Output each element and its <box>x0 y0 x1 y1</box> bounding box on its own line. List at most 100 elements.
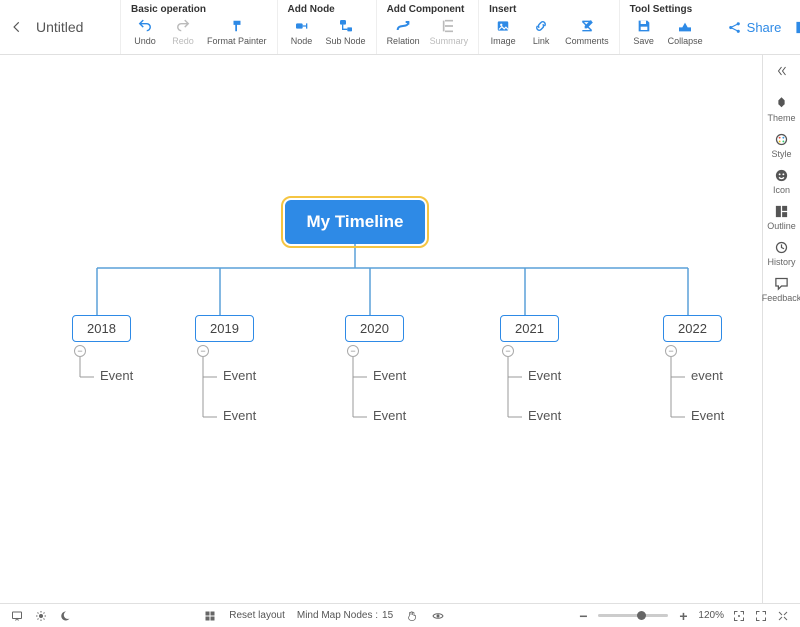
redo-button: Redo <box>169 17 197 46</box>
collapse-toggle[interactable]: − <box>665 345 677 357</box>
right-sidebar: Theme Style Icon Outline History Feedback <box>762 55 800 603</box>
reset-layout-button[interactable]: Reset layout <box>229 610 285 621</box>
collapse-toggle[interactable]: − <box>197 345 209 357</box>
toolbar-group-tool-settings: Tool Settings Save Collapse <box>619 0 713 54</box>
tool-label: Link <box>533 36 550 46</box>
sidebar-feedback[interactable]: Feedback <box>762 271 800 307</box>
summary-button: Summary <box>430 17 469 46</box>
root-node[interactable]: My Timeline <box>285 200 425 244</box>
statusbar-right: − + 120% <box>576 609 790 623</box>
layout-icon[interactable] <box>203 609 217 623</box>
link-button[interactable]: Link <box>527 17 555 46</box>
top-toolbar: Untitled Basic operation Undo Redo Format P… <box>0 0 800 55</box>
event-node[interactable]: event <box>691 368 723 383</box>
undo-button[interactable]: Undo <box>131 17 159 46</box>
event-node[interactable]: Event <box>373 408 406 423</box>
collapse-button[interactable]: Collapse <box>668 17 703 46</box>
event-node[interactable]: Event <box>528 408 561 423</box>
toolbar-group-add-node: Add NodeNodeSub Node <box>277 0 376 54</box>
year-node-2022[interactable]: 2022 <box>663 315 722 342</box>
brightness-icon[interactable] <box>34 609 48 623</box>
relation-button[interactable]: Relation <box>387 17 420 46</box>
year-node-2020[interactable]: 2020 <box>345 315 404 342</box>
node-icon <box>293 17 311 35</box>
export-button[interactable]: Export <box>795 20 800 35</box>
link-icon <box>532 17 550 35</box>
event-node[interactable]: Event <box>223 408 256 423</box>
share-button[interactable]: Share <box>727 20 782 35</box>
top-right: Share Export <box>713 0 800 54</box>
event-node[interactable]: Event <box>373 368 406 383</box>
year-node-2018[interactable]: 2018 <box>72 315 131 342</box>
group-title: Tool Settings <box>630 4 703 15</box>
summary-icon <box>440 17 458 35</box>
collapse-toggle[interactable]: − <box>502 345 514 357</box>
tool-label: Comments <box>565 36 609 46</box>
history-icon <box>774 239 790 255</box>
sidebar-history[interactable]: History <box>762 235 800 271</box>
fit-icon[interactable] <box>732 609 746 623</box>
zoom-out-icon[interactable]: − <box>576 609 590 623</box>
save-button[interactable]: Save <box>630 17 658 46</box>
node-button[interactable]: Node <box>288 17 316 46</box>
tool-label: Undo <box>134 36 156 46</box>
sidebar-icon[interactable]: Icon <box>762 163 800 199</box>
icon-icon <box>774 167 790 183</box>
relation-icon <box>394 17 412 35</box>
event-node[interactable]: Event <box>528 368 561 383</box>
collapse-toggle[interactable]: − <box>74 345 86 357</box>
tool-label: Collapse <box>668 36 703 46</box>
back-icon[interactable] <box>10 20 24 34</box>
document-title[interactable]: Untitled <box>36 19 83 35</box>
zoom-slider[interactable] <box>598 614 668 617</box>
expand-icon[interactable] <box>776 609 790 623</box>
event-node[interactable]: Event <box>691 408 724 423</box>
year-node-2021[interactable]: 2021 <box>500 315 559 342</box>
tool-label: Summary <box>430 36 469 46</box>
sidebar-label: Feedback <box>762 293 800 303</box>
toolbar-group-basic-operation: Basic operation Undo Redo Format Painter <box>120 0 277 54</box>
eye-icon[interactable] <box>431 609 445 623</box>
zoom-in-icon[interactable]: + <box>676 609 690 623</box>
zoom-value: 120% <box>698 610 724 621</box>
subnode-icon <box>337 17 355 35</box>
sidebar-outline[interactable]: Outline <box>762 199 800 235</box>
event-node[interactable]: Event <box>223 368 256 383</box>
toolbar-group-add-component: Add Component Relation Summary <box>376 0 479 54</box>
sidebar-style[interactable]: Style <box>762 127 800 163</box>
tool-label: Node <box>291 36 313 46</box>
collapse-toggle[interactable]: − <box>347 345 359 357</box>
tool-label: Image <box>491 36 516 46</box>
image-button[interactable]: Image <box>489 17 517 46</box>
collapse-sidebar-icon[interactable] <box>763 63 800 79</box>
format-painter-button[interactable]: Format Painter <box>207 17 267 46</box>
sidebar-label: Theme <box>767 113 795 123</box>
canvas[interactable]: My Timeline 2018 − Event 2019 − Event Event 202… <box>0 55 762 603</box>
group-title: Insert <box>489 4 609 15</box>
theme-icon <box>774 95 790 111</box>
save-icon <box>635 17 653 35</box>
comments-button[interactable]: Comments <box>565 17 609 46</box>
format-painter-icon <box>228 17 246 35</box>
hand-icon[interactable] <box>405 609 419 623</box>
moon-icon[interactable] <box>58 609 72 623</box>
tool-label: Sub Node <box>326 36 366 46</box>
event-node[interactable]: Event <box>100 368 133 383</box>
tool-label: Save <box>633 36 654 46</box>
sidebar-label: Outline <box>767 221 796 231</box>
fullscreen-icon[interactable] <box>754 609 768 623</box>
presentation-icon[interactable] <box>10 609 24 623</box>
image-icon <box>494 17 512 35</box>
status-bar: Reset layout Mind Map Nodes : 15 − + 120… <box>0 603 800 627</box>
style-icon <box>774 131 790 147</box>
group-title: Basic operation <box>131 4 267 15</box>
outline-icon <box>774 203 790 219</box>
year-node-2019[interactable]: 2019 <box>195 315 254 342</box>
tool-label: Relation <box>387 36 420 46</box>
tool-label: Format Painter <box>207 36 267 46</box>
group-title: Add Component <box>387 4 469 15</box>
sidebar-label: Style <box>771 149 791 159</box>
sub-node-button[interactable]: Sub Node <box>326 17 366 46</box>
collapse-icon <box>676 17 694 35</box>
sidebar-theme[interactable]: Theme <box>762 91 800 127</box>
